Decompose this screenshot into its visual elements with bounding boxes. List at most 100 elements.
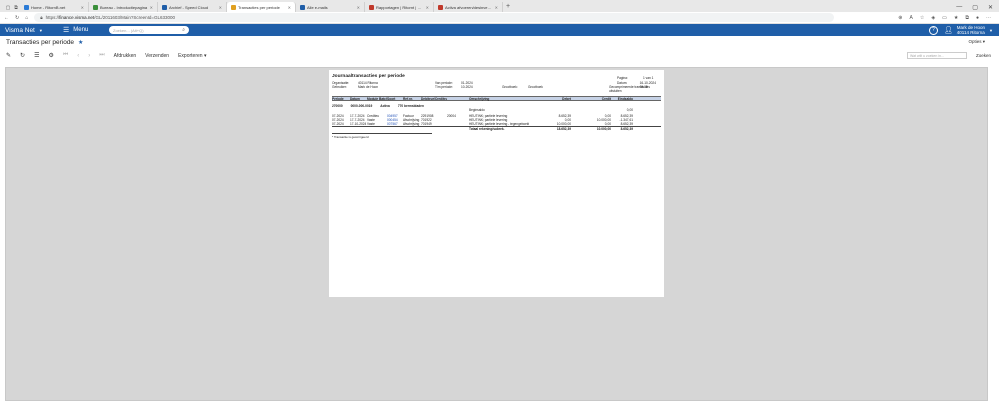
- collections-icon[interactable]: ⧉: [12, 3, 20, 12]
- cell-type: Afschrijving: [403, 122, 420, 126]
- tab-title: Activa afvoeren/desinvesteren -: [445, 4, 493, 10]
- chevron-down-icon: ▼: [38, 27, 43, 33]
- cell-period: 07-2024: [332, 122, 344, 126]
- print-button[interactable]: Afdrukken: [114, 53, 137, 59]
- address-bar-row: ← ↻ ⌂ 🔒︎ https://finance.visma.net/GL/20…: [0, 12, 999, 24]
- profile-icon[interactable]: ●: [976, 15, 979, 21]
- first-page-icon[interactable]: ⏮: [63, 52, 68, 59]
- close-tab-icon[interactable]: ✕: [150, 5, 153, 10]
- browser-tab[interactable]: Transacties per periode ✕: [227, 2, 296, 12]
- tab-title: Bureau - Introductiepagina: [100, 4, 148, 10]
- browser-tab[interactable]: Bureau - Introductiepagina ✕: [89, 2, 158, 12]
- reload-icon[interactable]: ↻: [15, 15, 19, 21]
- favorite-icon[interactable]: ☆: [920, 15, 924, 21]
- tab-title: Archief - Speed Cloud: [169, 4, 209, 10]
- next-page-icon[interactable]: ›: [88, 53, 90, 59]
- help-icon[interactable]: ?: [928, 25, 938, 35]
- options-menu[interactable]: Opties ▾: [968, 39, 993, 45]
- browser-tab[interactable]: Activa afvoeren/desinvesteren - ✕: [434, 2, 503, 12]
- new-tab-button[interactable]: +: [503, 2, 513, 12]
- batch-link[interactable]: 007567: [387, 122, 403, 126]
- close-tab-icon[interactable]: ✕: [426, 5, 429, 10]
- menu-button[interactable]: ☰ Menu: [63, 26, 109, 34]
- more-icon[interactable]: ⋯: [986, 15, 991, 21]
- column-header: Eindsaldo: [617, 96, 633, 101]
- user-menu[interactable]: 👤︎ Mark de Hoon 40114 Ritorna ▼: [944, 25, 993, 35]
- cell-balance: 8.652,39: [620, 122, 633, 126]
- search-icon[interactable]: ⌕: [182, 27, 185, 33]
- tab-favicon-icon: [24, 4, 29, 10]
- cell-ref: 701949: [421, 122, 432, 126]
- column-header: Debet: [562, 96, 571, 101]
- back-icon[interactable]: ←: [4, 15, 9, 21]
- minimize-icon[interactable]: —: [956, 4, 962, 10]
- cell-module: Vaste: [367, 122, 375, 126]
- tab-favicon-icon: [369, 4, 374, 10]
- close-tab-icon[interactable]: ✕: [288, 5, 291, 10]
- export-button[interactable]: Exporteren ▾: [178, 53, 206, 59]
- find-input[interactable]: Wat wilt u zoeken in...: [906, 52, 967, 59]
- cell-party: 20004: [447, 114, 456, 118]
- close-tab-icon[interactable]: ✕: [357, 5, 360, 10]
- column-header: Ref.nr.: [403, 96, 413, 101]
- tab-actions-icon[interactable]: ▢: [4, 3, 12, 12]
- send-button[interactable]: Verzenden: [145, 53, 169, 59]
- collections-icon[interactable]: ⧉: [965, 15, 969, 21]
- previous-page-icon[interactable]: ‹: [77, 53, 79, 59]
- report-header: Journaaltransacties per periode Organisa…: [332, 74, 656, 93]
- tab-favicon-icon: [162, 4, 167, 10]
- browser-tab[interactable]: Home - RitornB.net ✕: [20, 2, 89, 12]
- column-header: Datum: [350, 96, 360, 101]
- favorite-star-icon[interactable]: ★: [78, 39, 83, 46]
- browser-tab[interactable]: Alle e-mails ✕: [296, 2, 365, 12]
- column-header: Module Batch: [367, 96, 387, 101]
- refresh-icon[interactable]: ↻: [20, 52, 25, 59]
- search-input[interactable]: Zoeken... (Alt+Q) ⌕: [109, 26, 189, 34]
- favorites-bar-icon[interactable]: ★: [954, 15, 958, 21]
- settings-icon[interactable]: ⚙: [48, 52, 53, 59]
- cell-date: 17-10-2024: [350, 122, 367, 126]
- split-screen-icon[interactable]: ▭: [942, 15, 947, 21]
- report-toolbar: ✎ ↻ ☰ ⚙ ⏮ ‹ › ⏭ Afdrukken Verzenden Expo…: [0, 48, 999, 63]
- zoom-icon[interactable]: ⊕: [898, 15, 902, 21]
- cell-debit: 10.000,00: [556, 122, 571, 126]
- user-icon: 👤︎: [943, 26, 953, 34]
- column-header: Debiteur/Crediteur: [421, 96, 447, 101]
- column-header: Soort: [387, 96, 396, 101]
- report-column-headers: Periode Datum Module Batch Soort Ref.nr. Debi…: [332, 96, 661, 101]
- cell-credit: 0,00: [604, 122, 611, 126]
- tab-title: Rapportagen | Ritornt | Visma.net: [376, 4, 424, 10]
- report-viewer: Journaaltransacties per periode Organisa…: [5, 67, 988, 401]
- chevron-down-icon: ▼: [989, 27, 993, 33]
- close-tab-icon[interactable]: ✕: [495, 5, 498, 10]
- tab-title: Home - RitornB.net: [31, 4, 66, 10]
- browser-tab[interactable]: Archief - Speed Cloud ✕: [158, 2, 227, 12]
- close-tab-icon[interactable]: ✕: [219, 5, 222, 10]
- transaction-row: 07-2024 17-10-2024 Vaste 007567 Afschrijving…: [332, 122, 661, 126]
- hamburger-icon: ☰: [63, 27, 70, 34]
- column-header: Omschrijving: [469, 96, 490, 101]
- edit-icon[interactable]: ✎: [6, 52, 11, 59]
- column-header: Credit: [601, 96, 611, 101]
- cell-desc: HEUTINK; partiele levering - tegengeboek…: [469, 122, 529, 126]
- company-switcher[interactable]: Visma Net ▼: [5, 27, 55, 34]
- read-aloud-icon[interactable]: A: [909, 15, 912, 21]
- app-header: Visma Net ▼ ☰ Menu Zoeken... (Alt+Q) ⌕ ?…: [0, 24, 999, 36]
- layout-icon[interactable]: ☰: [34, 52, 39, 59]
- lock-icon: 🔒︎: [40, 15, 43, 20]
- close-tab-icon[interactable]: ✕: [81, 5, 84, 10]
- tab-favicon-icon: [438, 4, 443, 10]
- extensions-icon[interactable]: ◈: [931, 15, 935, 21]
- close-window-icon[interactable]: ✕: [988, 4, 993, 11]
- browser-tab[interactable]: Rapportagen | Ritornt | Visma.net✕: [365, 2, 434, 12]
- last-page-icon[interactable]: ⏭: [99, 52, 104, 59]
- home-icon[interactable]: ⌂: [25, 15, 28, 21]
- report-title: Journaaltransacties per periode: [332, 74, 405, 79]
- browser-tab-bar: ▢ ⧉ Home - RitornB.net ✕ Bureau - Introduc…: [0, 0, 999, 12]
- find-button[interactable]: Zoeken: [976, 53, 993, 58]
- tab-favicon-icon: [93, 4, 98, 10]
- total-row: Totaal rekening/subrek. 18.652,39 10.000…: [332, 126, 661, 131]
- url-field[interactable]: 🔒︎ https://finance.visma.net/GL/2011603/…: [34, 13, 835, 22]
- maximize-icon[interactable]: ▢: [972, 4, 978, 11]
- page-title: Transacties per periode: [6, 38, 75, 46]
